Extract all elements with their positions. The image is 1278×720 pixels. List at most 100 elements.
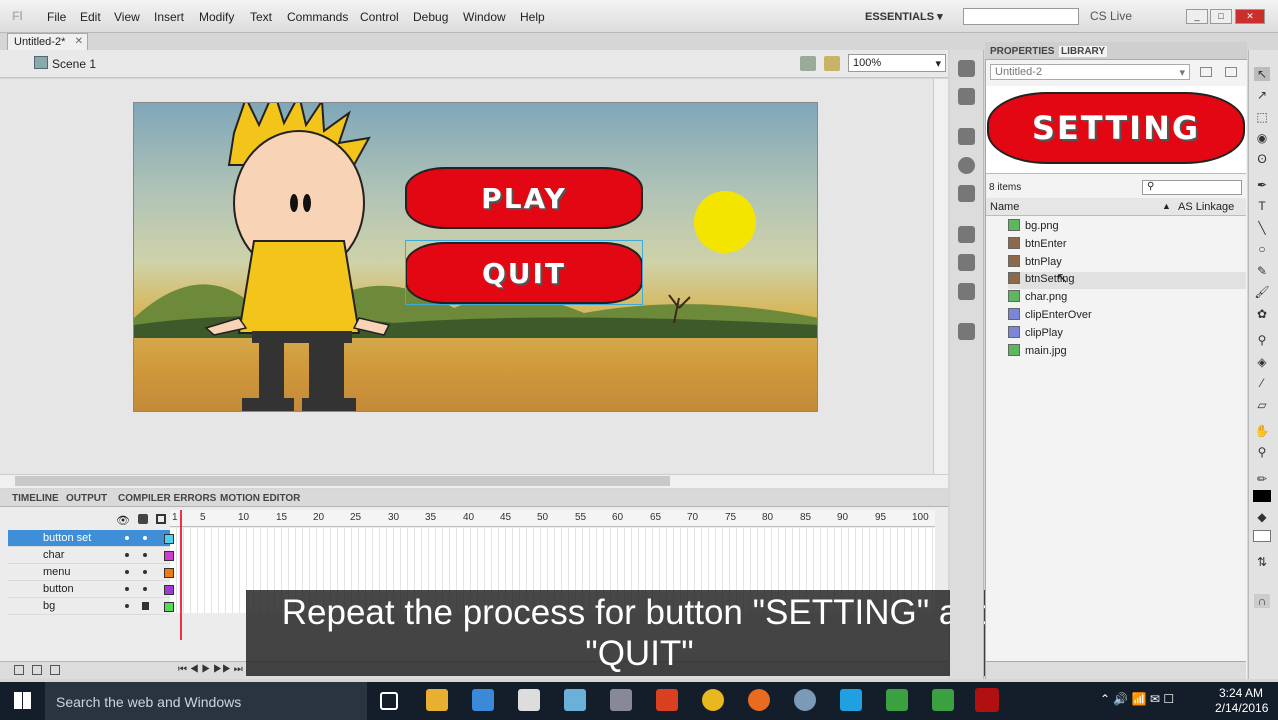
eraser-tool-icon[interactable]: ▱ bbox=[1254, 398, 1270, 412]
menu-modify[interactable]: Modify bbox=[199, 10, 234, 24]
app-icon[interactable] bbox=[472, 689, 494, 711]
tab-timeline[interactable]: TIMELINE bbox=[12, 493, 59, 504]
menu-edit[interactable]: Edit bbox=[80, 10, 101, 24]
layer-button-set[interactable]: button set bbox=[8, 530, 174, 547]
visibility-dot[interactable] bbox=[125, 570, 129, 574]
library-item[interactable]: btnSetting bbox=[1008, 272, 1246, 289]
playhead[interactable] bbox=[180, 510, 182, 640]
scrollbar-thumb[interactable] bbox=[15, 476, 670, 486]
column-name[interactable]: Name bbox=[990, 201, 1019, 213]
menu-insert[interactable]: Insert bbox=[154, 10, 184, 24]
taskbar-clock[interactable]: 3:24 AM 2/14/2016 bbox=[1215, 686, 1268, 716]
new-folder-icon[interactable] bbox=[32, 665, 42, 675]
align-icon[interactable] bbox=[958, 128, 975, 145]
library-search-input[interactable]: ⚲ bbox=[1142, 180, 1242, 195]
layer-color-swatch[interactable] bbox=[164, 602, 174, 612]
transform-icon[interactable] bbox=[958, 185, 975, 202]
library-item[interactable]: clipPlay bbox=[1008, 326, 1063, 343]
paint-bucket-tool-icon[interactable]: ◈ bbox=[1254, 355, 1270, 369]
line-tool-icon[interactable]: ╲ bbox=[1254, 221, 1270, 235]
bone-tool-icon[interactable]: ⚲ bbox=[1254, 333, 1270, 347]
layer-color-swatch[interactable] bbox=[164, 551, 174, 561]
camtasia-icon[interactable] bbox=[886, 689, 908, 711]
deco-tool-icon[interactable]: ✿ bbox=[1254, 307, 1270, 321]
lock-dot[interactable] bbox=[143, 587, 147, 591]
menu-window[interactable]: Window bbox=[463, 10, 506, 24]
menu-commands[interactable]: Commands bbox=[287, 10, 348, 24]
stroke-color-icon[interactable]: ✏ bbox=[1254, 472, 1270, 486]
library-item[interactable]: char.png bbox=[1008, 290, 1067, 307]
color-icon[interactable] bbox=[958, 283, 975, 300]
sort-icon[interactable]: ▲ bbox=[1162, 201, 1171, 211]
task-view-icon[interactable] bbox=[380, 692, 398, 710]
pen-tool-icon[interactable]: ✒ bbox=[1254, 178, 1270, 192]
layer-button[interactable]: button bbox=[8, 581, 174, 598]
app-icon[interactable] bbox=[610, 689, 632, 711]
workspace-switcher[interactable]: ESSENTIALS ▾ bbox=[865, 10, 943, 23]
filezilla-icon[interactable] bbox=[656, 689, 678, 711]
document-tab[interactable]: Untitled-2* ✕ bbox=[7, 33, 88, 50]
tab-output[interactable]: OUTPUT bbox=[66, 493, 107, 504]
skype-icon[interactable] bbox=[840, 689, 862, 711]
subselection-tool-icon[interactable]: ↗ bbox=[1254, 88, 1270, 102]
playback-controls-icon[interactable]: ⏮ ◀ ▶ ▶▶ ⏭ bbox=[178, 664, 243, 675]
calculator-icon[interactable] bbox=[518, 689, 540, 711]
free-transform-tool-icon[interactable]: ⬚ bbox=[1254, 110, 1270, 124]
chrome-icon[interactable] bbox=[702, 689, 724, 711]
menu-text[interactable]: Text bbox=[250, 10, 272, 24]
windows-start-icon[interactable] bbox=[14, 692, 31, 709]
library-item[interactable]: main.jpg bbox=[1008, 344, 1067, 361]
layer-color-swatch[interactable] bbox=[164, 585, 174, 595]
library-item[interactable]: clipEnterOver bbox=[1008, 308, 1092, 325]
layer-bg[interactable]: bg bbox=[8, 598, 174, 615]
zoom-tool-icon[interactable]: ⚲ bbox=[1254, 445, 1270, 459]
lock-icon[interactable] bbox=[138, 514, 148, 524]
fill-color-icon[interactable]: ◆ bbox=[1254, 510, 1270, 524]
close-icon[interactable]: ✕ bbox=[1235, 9, 1265, 24]
stage-vertical-scrollbar[interactable] bbox=[933, 79, 948, 474]
3d-rotation-tool-icon[interactable]: ◉ bbox=[1254, 131, 1270, 145]
components-icon[interactable] bbox=[958, 254, 975, 271]
library-item[interactable]: btnPlay bbox=[1008, 255, 1062, 272]
tab-library[interactable]: LIBRARY bbox=[1059, 46, 1108, 57]
library-icon[interactable] bbox=[958, 323, 975, 340]
file-explorer-icon[interactable] bbox=[426, 689, 448, 711]
lock-dot[interactable] bbox=[143, 570, 147, 574]
edit-symbols-icon[interactable] bbox=[824, 56, 840, 71]
menu-help[interactable]: Help bbox=[520, 10, 545, 24]
lasso-tool-icon[interactable]: ʘ bbox=[1254, 152, 1270, 166]
lock-dot[interactable] bbox=[143, 536, 147, 540]
scene-label[interactable]: Scene 1 bbox=[52, 57, 96, 71]
new-layer-icon[interactable] bbox=[14, 665, 24, 675]
cslive-button[interactable]: CS Live bbox=[1090, 9, 1132, 23]
minimize-icon[interactable]: _ bbox=[1186, 9, 1208, 24]
firefox-icon[interactable] bbox=[748, 689, 770, 711]
tab-compiler-errors[interactable]: COMPILER ERRORS bbox=[118, 493, 216, 504]
flash-icon[interactable] bbox=[975, 688, 999, 712]
library-document-select[interactable]: Untitled-2 ▾ bbox=[990, 64, 1190, 80]
app-icon[interactable] bbox=[564, 689, 586, 711]
tab-motion-editor[interactable]: MOTION EDITOR bbox=[220, 493, 300, 504]
lock-dot[interactable] bbox=[143, 553, 147, 557]
pin-icon[interactable] bbox=[1200, 67, 1212, 77]
selection-tool-icon[interactable]: ↖ bbox=[1254, 67, 1270, 81]
eyedropper-tool-icon[interactable]: ⁄ bbox=[1254, 376, 1270, 390]
info-icon[interactable] bbox=[958, 157, 975, 174]
grid-icon[interactable] bbox=[958, 88, 975, 105]
swap-colors-icon[interactable]: ⇅ bbox=[1254, 555, 1270, 569]
menu-file[interactable]: File bbox=[47, 10, 66, 24]
help-search-input[interactable] bbox=[963, 8, 1079, 25]
taskbar-search-input[interactable]: Search the web and Windows bbox=[45, 682, 367, 720]
lock-icon[interactable] bbox=[142, 602, 149, 610]
brush-tool-icon[interactable]: 🖌 bbox=[1254, 285, 1270, 299]
eye-icon[interactable]: 👁 bbox=[116, 514, 130, 527]
visibility-dot[interactable] bbox=[125, 587, 129, 591]
snap-to-objects-icon[interactable]: ∩ bbox=[1254, 594, 1270, 608]
zoom-select[interactable]: 100% ▾ bbox=[848, 54, 946, 72]
edit-scene-icon[interactable] bbox=[800, 56, 816, 71]
column-as-linkage[interactable]: AS Linkage bbox=[1178, 201, 1234, 213]
tab-properties[interactable]: PROPERTIES bbox=[990, 46, 1054, 57]
play-button[interactable]: PLAY bbox=[405, 167, 643, 229]
visibility-dot[interactable] bbox=[125, 604, 129, 608]
outline-icon[interactable] bbox=[156, 514, 166, 524]
